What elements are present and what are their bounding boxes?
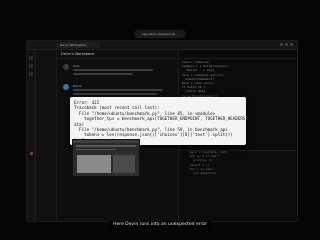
app-top-bar: Devin Workspace [27, 41, 297, 50]
message-text [73, 93, 157, 95]
sessions-icon[interactable] [29, 64, 33, 68]
workspace-tabs [179, 50, 297, 59]
video-caption: Here Devin runs into an unexpected error [0, 221, 320, 228]
home-icon[interactable] [29, 56, 33, 60]
thumbnail-row [76, 145, 136, 147]
error-terminal-popup: Error: 422 Traceback (most recent call l… [70, 97, 246, 145]
terminal-output[interactable]: pair = zip(data, ref) for a, b in pair: … [186, 150, 314, 175]
close-icon[interactable] [290, 43, 293, 46]
window-controls [280, 43, 293, 46]
code-editor[interactable]: return response headers = {'Authorizatio… [178, 60, 314, 98]
maximize-icon[interactable] [285, 43, 288, 46]
icon-rail [27, 50, 36, 221]
screenshot-thumbnail[interactable] [72, 139, 140, 177]
thumbnail-content [77, 155, 111, 173]
thumbnail-toolbar [73, 140, 139, 143]
message-sender: Devin [73, 84, 82, 88]
caption-text: Here Devin runs into an unexpected error [110, 221, 210, 228]
message-text [73, 73, 133, 75]
browser-url-bar[interactable]: app.devin.ai/sessions/... [134, 30, 186, 38]
app-tab[interactable]: Devin Workspace [57, 42, 100, 48]
user-avatar [63, 64, 69, 70]
session-sidebar [36, 50, 57, 221]
message-sender: User [73, 64, 80, 68]
thumbnail-sidebar [113, 155, 135, 173]
devin-avatar [63, 84, 69, 90]
user-message: User [63, 64, 167, 80]
message-text [73, 89, 163, 91]
thumbnail-row [76, 148, 116, 150]
chat-title: Devin's Workspace [57, 50, 177, 59]
settings-icon[interactable] [29, 72, 33, 76]
notification-icon[interactable] [30, 152, 33, 155]
minimize-icon[interactable] [280, 43, 283, 46]
message-text [73, 69, 153, 71]
